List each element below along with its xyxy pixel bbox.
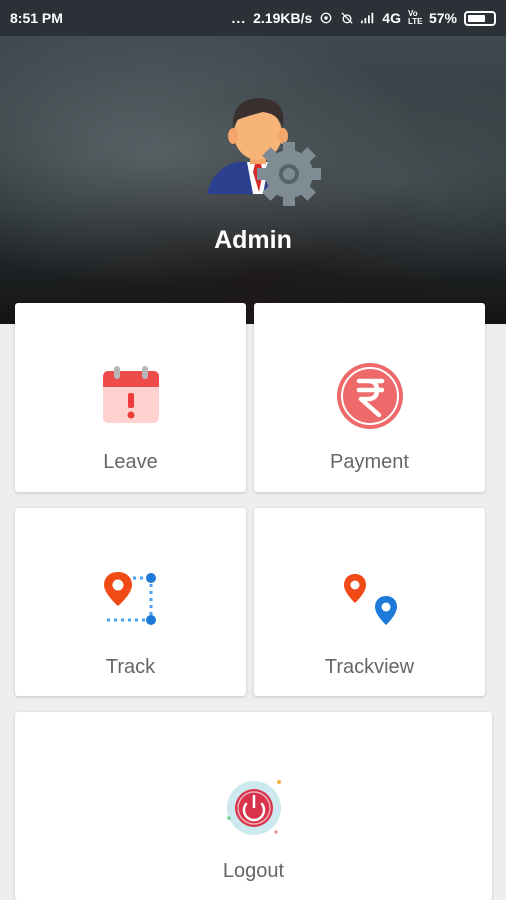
hotspot-icon xyxy=(320,12,332,24)
admin-name: Admin xyxy=(214,226,292,254)
network-type: 4G xyxy=(382,10,401,26)
alarm-off-icon xyxy=(341,12,353,24)
logout-card[interactable]: Logout xyxy=(15,712,492,900)
volte-indicator: Vo LTE xyxy=(407,9,423,26)
status-time: 8:51 PM xyxy=(10,10,63,26)
network-speed: 2.19KB/s xyxy=(253,10,313,26)
admin-settings-icon xyxy=(207,98,321,206)
trackview-label: Trackview xyxy=(324,656,415,678)
battery-icon xyxy=(464,10,496,26)
logout-label: Logout xyxy=(222,860,285,882)
payment-label: Payment xyxy=(330,451,409,473)
track-card[interactable]: Track xyxy=(15,508,246,696)
payment-card[interactable]: Payment xyxy=(254,303,485,492)
leave-label: Leave xyxy=(103,451,158,473)
route-track-icon xyxy=(103,572,156,625)
track-label: Track xyxy=(105,656,156,678)
battery-percent: 57% xyxy=(428,10,457,26)
map-pins-icon xyxy=(343,574,397,625)
calendar-alert-icon xyxy=(102,366,159,423)
profile-header: Admin xyxy=(0,36,506,324)
trackview-card[interactable]: Trackview xyxy=(254,508,485,696)
power-icon xyxy=(226,780,281,835)
notification-dots: ... xyxy=(231,10,247,26)
signal-icon xyxy=(361,12,374,24)
rupee-icon xyxy=(336,363,403,429)
status-bar: 8:51 PM ... 2.19KB/s 4G Vo LTE 57% xyxy=(0,0,506,36)
leave-card[interactable]: Leave xyxy=(15,303,246,492)
